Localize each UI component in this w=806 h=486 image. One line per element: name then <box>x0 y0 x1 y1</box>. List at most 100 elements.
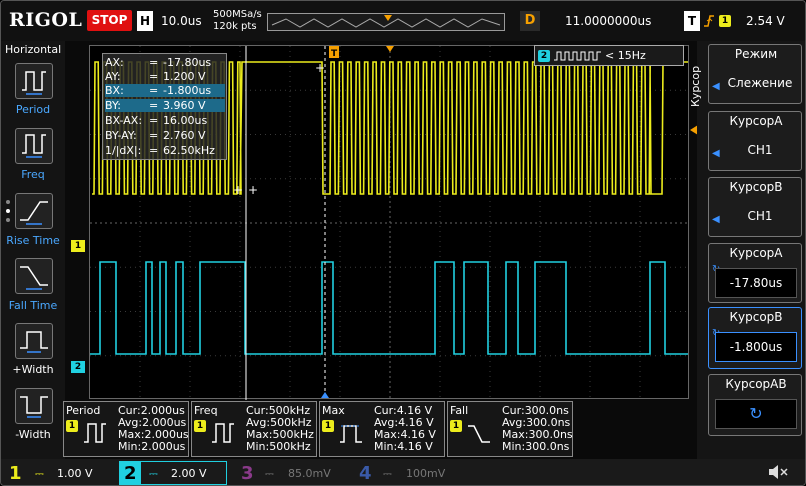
readout-key: BY: <box>105 99 121 112</box>
measurement-stats: Cur:2.000us Avg:2.000us Max:2.000us Min:… <box>118 405 189 453</box>
readout-row: AY: = 1.200 V <box>105 70 206 83</box>
readout-value: 1.200 V <box>163 70 206 83</box>
speaker-mute-icon[interactable] <box>767 462 789 485</box>
dc-coupling-icon: ⎓ <box>383 467 392 480</box>
ch4-scale[interactable]: 100mV <box>406 467 445 480</box>
trigger-level[interactable]: 2.54 V <box>746 14 785 28</box>
ch3-scale[interactable]: 85.0mV <box>288 467 331 480</box>
readout-key: 1/|dX|: <box>105 144 142 157</box>
fall-time-measure-button[interactable] <box>15 258 53 294</box>
measurement-title: Max <box>322 404 345 417</box>
softkey-title: КурсорA <box>729 114 783 128</box>
measurement-stats: Cur:500kHz Avg:500kHz Max:500kHz Min:500… <box>246 405 314 453</box>
softkey-value: CH1 <box>747 143 773 157</box>
chevron-left-icon: ◀ <box>712 214 720 225</box>
ch1-offset-marker[interactable]: 1 <box>71 240 85 252</box>
readout-value: -17.80us <box>163 56 212 69</box>
counter-value: < 15Hz <box>605 49 646 62</box>
readout-key: AY: <box>105 70 121 83</box>
rising-edge-icon <box>703 13 715 32</box>
ch4-number[interactable]: 4 <box>359 463 372 484</box>
cursor-a-position-softkey[interactable]: КурсорA ↻ -17.80us <box>708 243 802 303</box>
negative-width-icon <box>20 396 48 418</box>
trigger-position-label: T <box>331 49 338 59</box>
ch2-waveform <box>90 261 688 355</box>
timebase-scale[interactable]: 10.0us <box>161 14 202 28</box>
cursor-readout-panel: AX: = -17.80us AY: = 1.200 V BX: = -1.800us BY… <box>102 53 227 160</box>
measurement-period[interactable]: Period 1 Cur:2.000us Avg:2.000us Max:2.0… <box>63 401 189 457</box>
rotate-icon: ↻ <box>715 399 797 429</box>
stat-min: Min:4.16 V <box>374 440 433 453</box>
readout-key: AX: <box>105 56 124 69</box>
ch2-scale[interactable]: 2.00 V <box>171 467 207 480</box>
freq-measure-button[interactable] <box>15 128 53 164</box>
positive-width-measure-button[interactable] <box>15 323 53 359</box>
readout-value: 16.00us <box>163 114 208 127</box>
trigger-source-badge: 1 <box>719 15 731 27</box>
rise-time-label: Rise Time <box>6 234 60 247</box>
square-wave-icon <box>554 50 602 65</box>
ch3-number[interactable]: 3 <box>241 463 254 484</box>
freq-icon <box>22 134 46 158</box>
memory-position-waveform <box>271 15 501 28</box>
measurement-channel-badge: 1 <box>450 420 462 432</box>
softkey-title: КурсорAB <box>725 377 787 391</box>
readout-eq: = <box>149 56 159 69</box>
fall-time-label: Fall Time <box>8 299 58 312</box>
readout-value: -1.800us <box>163 84 212 97</box>
softkey-title: КурсорB <box>729 310 783 324</box>
measurement-max[interactable]: Max 1 Cur:4.16 V Avg:4.16 V Max:4.16 V M… <box>319 401 445 457</box>
center-marker <box>386 46 394 52</box>
softkey-value: -17.80us <box>715 268 797 298</box>
measurement-freq[interactable]: Freq 1 Cur:500kHz Avg:500kHz Max:500kHz … <box>191 401 317 457</box>
ch2-number[interactable]: 2 <box>124 463 137 484</box>
horizontal-panel-title: Horizontal <box>5 43 62 56</box>
measurement-title: Freq <box>194 404 218 417</box>
readout-row: BY-AY: = 2.760 V <box>105 129 206 142</box>
frequency-counter[interactable]: 2 < 15Hz <box>534 45 684 66</box>
stat-min: Min:300.0ns <box>502 440 570 453</box>
readout-row: 1/|dX|: = 62.50kHz <box>105 144 215 157</box>
readout-eq: = <box>149 70 159 83</box>
measurement-title: Period <box>66 404 101 417</box>
fall-time-icon <box>466 418 492 451</box>
cursor-ab-softkey[interactable]: КурсорAB ↻ <box>708 374 802 436</box>
cursor-b-position-softkey[interactable]: КурсорB ↻ -1.800us <box>708 307 802 369</box>
delay-value[interactable]: 11.0000000us <box>565 14 651 28</box>
period-icon <box>22 71 46 95</box>
negative-width-measure-button[interactable] <box>15 388 53 424</box>
cursor-b-source-softkey[interactable]: КурсорB ◀ CH1 <box>708 177 802 237</box>
softkey-value: CH1 <box>747 209 773 223</box>
cursor-b-crosshair: + <box>315 61 325 75</box>
softkey-title: КурсорA <box>729 246 783 260</box>
chevron-left-icon: ◀ <box>712 81 720 92</box>
memory-position-bar[interactable] <box>267 13 505 31</box>
memory-depth: 120k pts <box>213 21 257 32</box>
readout-eq: = <box>149 99 159 112</box>
period-measure-button[interactable] <box>15 63 53 99</box>
ch2-offset-marker[interactable]: 2 <box>71 361 85 373</box>
measurement-channel-badge: 1 <box>322 420 334 432</box>
trigger-badge: T <box>684 11 700 31</box>
run-stop-badge[interactable]: STOP <box>87 10 132 31</box>
readout-key: BX-AX: <box>105 114 143 127</box>
ch1-number[interactable]: 1 <box>9 463 22 484</box>
rise-time-measure-button[interactable] <box>15 193 53 229</box>
cursor-mode-softkey[interactable]: Режим ◀ Слежение <box>708 44 802 104</box>
readout-eq: = <box>149 129 159 142</box>
positive-width-label: +Width <box>12 363 54 376</box>
sample-rate-value: 500MSa/s <box>213 9 262 20</box>
measurement-title: Fall <box>450 404 469 417</box>
readout-row: AX: = -17.80us <box>105 56 211 69</box>
readout-value: 3.960 V <box>163 99 206 112</box>
measurement-channel-badge: 1 <box>66 420 78 432</box>
oscilloscope-screen: RIGOL STOP H 10.0us 500MSa/s 120k pts D … <box>0 0 806 486</box>
measurement-stats: Cur:4.16 V Avg:4.16 V Max:4.16 V Min:4.1… <box>374 405 436 453</box>
measurement-fall[interactable]: Fall 1 Cur:300.0ns Avg:300.0ns Max:300.0… <box>447 401 573 457</box>
delay-badge: D <box>520 11 540 31</box>
fall-time-icon <box>20 266 48 290</box>
ch1-scale[interactable]: 1.00 V <box>57 467 93 480</box>
freq-label: Freq <box>21 168 45 181</box>
cursor-menu-title: Курсор <box>689 65 702 107</box>
cursor-a-source-softkey[interactable]: КурсорA ◀ CH1 <box>708 111 802 171</box>
